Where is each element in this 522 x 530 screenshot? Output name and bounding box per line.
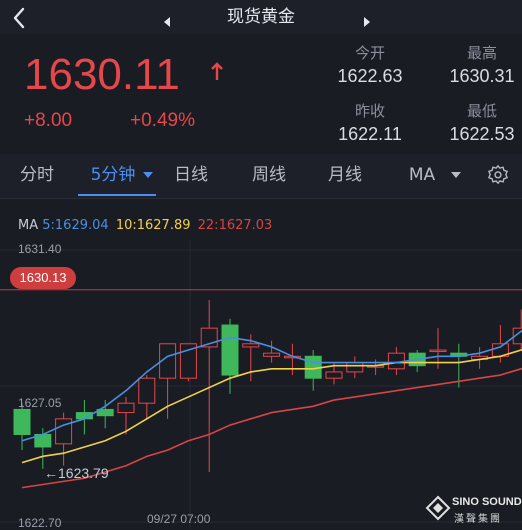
logo-text-en: SINO SOUND (452, 496, 522, 508)
tab-intraday[interactable]: 分时 (0, 154, 74, 196)
prev-close-value: 1622.11 (338, 124, 402, 144)
x-axis-time-label: 09/27 07:00 (147, 512, 211, 526)
last-price: 1630.11 (24, 50, 180, 99)
tab-ma[interactable]: MA (396, 154, 448, 196)
previous-instrument-icon[interactable] (164, 17, 170, 27)
candle-body (429, 349, 447, 353)
gear-icon[interactable] (487, 164, 509, 186)
candle-body (263, 352, 281, 357)
next-instrument-icon[interactable] (364, 17, 370, 27)
active-tab-indicator (78, 194, 156, 196)
candle-body (242, 343, 260, 348)
tab-monthly[interactable]: 月线 (312, 154, 378, 196)
candlestick-chart[interactable] (0, 240, 522, 529)
low-price-marker-value: 1623.79 (58, 465, 109, 481)
candle-body (117, 402, 135, 414)
prev-close-label: 昨收 (354, 102, 385, 120)
up-arrow-icon (211, 62, 223, 80)
y-axis-label-bottom: 1622.70 (18, 516, 62, 530)
ma-legend: MA 5:1629.04 10:1627.89 22:1627.03 (18, 218, 272, 233)
high-label: 最高 (466, 44, 497, 62)
low-value: 1622.53 (449, 124, 515, 144)
price-change-percent: +0.49% (130, 110, 195, 131)
open-label: 今开 (354, 44, 385, 62)
price-change: +8.00 (24, 110, 73, 131)
tab-5min[interactable]: 5分钟 (80, 154, 146, 196)
current-price-tag: 1630.13 (10, 267, 76, 289)
candle-body (138, 377, 156, 404)
open-value: 1622.63 (337, 66, 403, 86)
low-price-marker: ←1623.79 (44, 465, 109, 481)
page-title: 现货黄金 (227, 7, 295, 27)
tab-daily[interactable]: 日线 (158, 154, 224, 196)
ma22-value: 22:1627.03 (197, 218, 273, 233)
candle-body (221, 324, 239, 376)
candle-body (325, 371, 343, 379)
candle-body (346, 362, 364, 373)
logo-text-cn: 漢聲集團 (454, 514, 502, 525)
tab-5min-dropdown-icon[interactable] (143, 172, 153, 178)
ma-legend-prefix: MA (18, 218, 39, 233)
tab-weekly[interactable]: 周线 (236, 154, 302, 196)
y-axis-label-mid: 1627.05 (18, 396, 62, 410)
y-axis-label-top: 1631.40 (18, 242, 62, 256)
high-value: 1630.31 (449, 66, 515, 86)
low-label: 最低 (466, 102, 497, 120)
candle-body (13, 408, 31, 435)
ma5-value: 5:1629.04 (42, 218, 109, 233)
ma-dropdown-icon[interactable] (451, 172, 461, 178)
ma10-value: 10:1627.89 (115, 218, 191, 233)
